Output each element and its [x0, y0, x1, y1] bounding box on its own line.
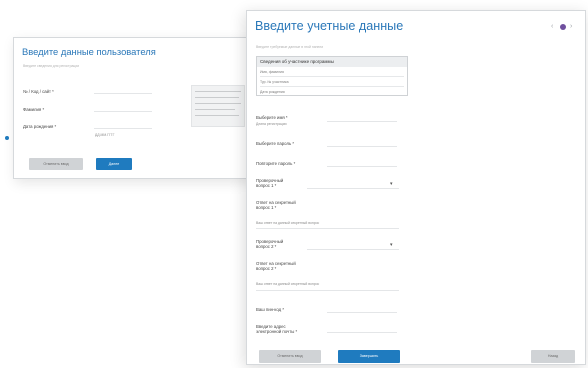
credentials-dialog-title: Введите учетные данные — [255, 19, 404, 33]
password-label: Выберите пароль * — [256, 141, 295, 146]
birthdate-hint: ДД.ММ.ГГГГ — [95, 133, 115, 137]
question2-label: Проверочный вопрос 2 * — [256, 239, 284, 250]
program-row-birthdate: Дата рождения — [260, 90, 285, 94]
field-label-birthdate: Дата рождения * — [23, 124, 57, 129]
question1-select[interactable] — [307, 188, 399, 189]
birthdate-input[interactable] — [94, 128, 152, 129]
info-panel — [191, 85, 245, 127]
step-marker-dot — [5, 136, 9, 140]
user-dialog-title: Введите данные пользователя — [22, 46, 156, 57]
chevron-down-icon[interactable]: ▾ — [390, 181, 393, 187]
info-line — [195, 109, 235, 111]
pin-label: Ваш пин-код * — [256, 307, 285, 312]
answer2-label: Ответ на секретный вопрос 2 * — [256, 261, 296, 272]
program-box-header: Сведения об участнике программы — [257, 57, 407, 67]
username-hint: Длина регистрации — [256, 122, 287, 126]
back-button[interactable]: Назад — [531, 350, 575, 363]
next-button[interactable]: Далее — [96, 158, 132, 170]
pin-input[interactable] — [327, 312, 397, 313]
current-step-indicator — [560, 24, 566, 30]
credentials-dialog-subtitle: Введите требуемые данные в этой панели — [256, 45, 324, 49]
surname-input[interactable] — [94, 111, 152, 112]
answer2-input[interactable] — [256, 290, 399, 291]
username-label: Выберите имя * — [256, 115, 288, 120]
cancel-button[interactable]: Отменить ввод — [259, 350, 321, 363]
program-row-number: Тур. № участника — [260, 77, 404, 87]
user-dialog-subtitle: Введите сведения для регистрации — [23, 64, 80, 68]
cancel-button[interactable]: Отменить ввод — [29, 158, 83, 170]
chevron-right-icon[interactable]: › — [570, 23, 572, 31]
program-row-name: Имя, фамилия — [260, 67, 404, 77]
info-line — [195, 91, 241, 93]
answer1-label: Ответ на секретный вопрос 1 * — [256, 200, 296, 211]
field-label-id: № / Код / сайт * — [23, 89, 54, 94]
answer1-hint: Ваш ответ на данный секретный вопрос — [256, 221, 320, 225]
field-label-surname: Фамилия * — [23, 107, 45, 112]
answer1-input[interactable] — [256, 228, 399, 229]
password-input[interactable] — [327, 146, 397, 147]
username-input[interactable] — [327, 121, 397, 122]
email-input[interactable] — [327, 332, 397, 333]
step-navigation: ‹ › — [549, 23, 579, 31]
user-data-dialog: Введите данные пользователя Введите свед… — [13, 37, 253, 179]
question1-label: Проверочный вопрос 1 * — [256, 178, 284, 189]
chevron-down-icon[interactable]: ▾ — [390, 242, 393, 248]
repeat-password-label: Повторите пароль * — [256, 161, 296, 166]
credentials-dialog: Введите учетные данные Введите требуемые… — [246, 10, 586, 365]
program-participant-box: Сведения об участнике программы Имя, фам… — [256, 56, 408, 96]
answer2-hint: Ваш ответ на данный секретный вопрос — [256, 282, 320, 286]
email-label: Введите адрес электронной почты * — [256, 324, 298, 335]
chevron-left-icon[interactable]: ‹ — [551, 23, 553, 31]
info-line — [195, 115, 239, 117]
info-line — [195, 103, 241, 105]
question2-select[interactable] — [307, 249, 399, 250]
info-line — [195, 97, 239, 99]
submit-button[interactable]: Завершить — [338, 350, 400, 363]
repeat-password-input[interactable] — [327, 166, 397, 167]
id-input[interactable] — [94, 93, 152, 94]
